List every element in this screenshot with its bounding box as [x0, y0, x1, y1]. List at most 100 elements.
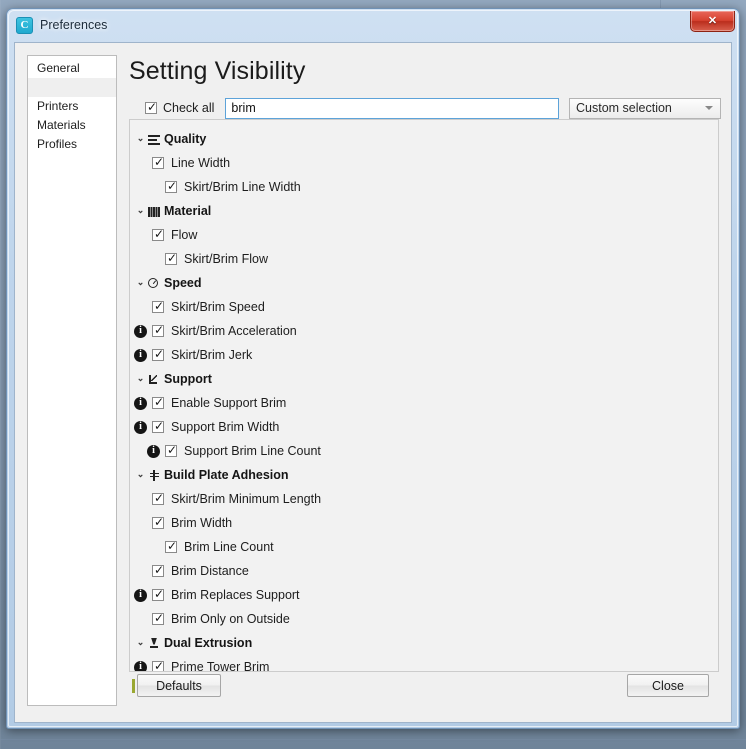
defaults-button[interactable]: Defaults [132, 674, 221, 697]
tree-category-row[interactable]: ⌄ Dual Extrusion [134, 631, 718, 655]
tree-item-label: Brim Distance [171, 564, 249, 578]
info-icon[interactable]: i [134, 324, 147, 338]
close-icon[interactable] [690, 11, 735, 32]
preset-dropdown-value: Custom selection [576, 101, 672, 116]
tree-item-label: Skirt/Brim Flow [184, 252, 269, 266]
tree-item-label: Brim Replaces Support [171, 588, 300, 602]
tree-category-row[interactable]: ⌄ Support [134, 367, 718, 391]
tree-item-row[interactable]: Brim Only on Outside [134, 607, 718, 631]
tree-item-checkbox[interactable] [152, 491, 165, 505]
search-input[interactable] [225, 97, 559, 119]
tree-item-row[interactable]: Line Width [134, 151, 718, 175]
tree-item-checkbox[interactable] [152, 611, 165, 625]
tree-category-label: Quality [164, 132, 207, 146]
page-title: Setting Visibility [129, 57, 306, 85]
tree-item-label: Skirt/Brim Acceleration [171, 324, 297, 338]
window-client-area: General Printers Materials Profiles Sett… [14, 42, 732, 723]
tree-category-row[interactable]: ⌄ Material [134, 199, 718, 223]
tree-item-label: Skirt/Brim Speed [171, 300, 265, 314]
tree-item-row[interactable]: Brim Distance [134, 559, 718, 583]
tree-item-label: Flow [171, 228, 198, 242]
tree-item-row[interactable]: i Support Brim Width [134, 415, 718, 439]
expander-icon[interactable]: ⌄ [134, 205, 147, 215]
dual-extrusion-icon [147, 637, 161, 650]
sidebar-item-general[interactable]: General [28, 59, 116, 78]
info-icon[interactable]: i [134, 660, 147, 671]
tree-item-row[interactable]: i Support Brim Line Count [134, 439, 718, 463]
tree-item-checkbox[interactable] [152, 227, 165, 241]
cura-logo-icon: C [16, 16, 33, 34]
tree-category-row[interactable]: ⌄ Build Plate Adhesion [134, 463, 718, 487]
desktop-decoration [0, 739, 746, 740]
expander-icon[interactable]: ⌄ [134, 133, 147, 143]
focus-indicator [132, 679, 135, 693]
tree-item-checkbox[interactable] [165, 539, 178, 553]
tree-item-label: Brim Width [171, 516, 233, 530]
info-icon[interactable]: i [134, 396, 147, 410]
quality-icon [147, 133, 161, 146]
tree-category-row[interactable]: ⌄ Speed [134, 271, 718, 295]
tree-item-checkbox[interactable] [152, 155, 165, 169]
expander-icon[interactable]: ⌄ [134, 277, 147, 287]
tree-item-row[interactable]: i Skirt/Brim Acceleration [134, 319, 718, 343]
sidebar-item-profiles[interactable]: Profiles [28, 135, 116, 154]
tree-item-label: Prime Tower Brim [171, 660, 270, 672]
expander-icon[interactable]: ⌄ [134, 637, 147, 647]
tree-category-row[interactable]: ⌄ Quality [134, 127, 718, 151]
tree-item-label: Brim Only on Outside [171, 612, 290, 626]
tree-item-checkbox[interactable] [152, 563, 165, 577]
expander-icon[interactable]: ⌄ [134, 469, 147, 479]
sidebar-item-printers[interactable]: Printers [28, 97, 116, 116]
tree-item-checkbox[interactable] [152, 395, 165, 409]
tree-item-row[interactable]: i Prime Tower Brim [134, 655, 718, 672]
info-icon[interactable]: i [134, 420, 147, 434]
speed-icon [147, 277, 161, 290]
tree-item-label: Skirt/Brim Minimum Length [171, 492, 322, 506]
check-all-toggle[interactable]: Check all [145, 100, 214, 115]
tree-item-row[interactable]: Flow [134, 223, 718, 247]
tree-item-checkbox[interactable] [152, 299, 165, 313]
info-icon[interactable]: i [134, 348, 147, 362]
preferences-content: Setting Visibility Check all Custom sele… [125, 53, 721, 708]
window-title: Preferences [40, 18, 108, 32]
tree-item-row[interactable]: i Skirt/Brim Jerk [134, 343, 718, 367]
tree-item-label: Skirt/Brim Jerk [171, 348, 253, 362]
dialog-footer: Defaults Close [132, 674, 709, 698]
sidebar-selection-highlight [28, 78, 116, 97]
defaults-button-label: Defaults [156, 678, 202, 693]
tree-item-row[interactable]: Brim Line Count [134, 535, 718, 559]
filter-row: Check all Custom selection [129, 97, 721, 119]
tree-item-checkbox[interactable] [165, 443, 178, 457]
sidebar-item-materials[interactable]: Materials [28, 116, 116, 135]
tree-item-label: Support Brim Width [171, 420, 280, 434]
tree-item-checkbox[interactable] [152, 323, 165, 337]
close-button[interactable]: Close [627, 674, 709, 697]
tree-item-row[interactable]: i Enable Support Brim [134, 391, 718, 415]
tree-item-checkbox[interactable] [165, 179, 178, 193]
tree-item-checkbox[interactable] [152, 587, 165, 601]
title-bar[interactable]: C Preferences [7, 9, 739, 41]
preferences-window: C Preferences General Printers Materials… [6, 8, 740, 729]
expander-icon[interactable]: ⌄ [134, 373, 147, 383]
check-all-checkbox-icon[interactable] [145, 100, 158, 115]
tree-item-checkbox[interactable] [165, 251, 178, 265]
tree-item-row[interactable]: Skirt/Brim Minimum Length [134, 487, 718, 511]
tree-item-row[interactable]: Skirt/Brim Flow [134, 247, 718, 271]
tree-category-label: Support [164, 372, 212, 386]
tree-item-row[interactable]: i Brim Replaces Support [134, 583, 718, 607]
tree-item-row[interactable]: Skirt/Brim Speed [134, 295, 718, 319]
tree-item-checkbox[interactable] [152, 419, 165, 433]
info-icon[interactable]: i [134, 588, 147, 602]
tree-item-row[interactable]: Skirt/Brim Line Width [134, 175, 718, 199]
tree-item-checkbox[interactable] [152, 515, 165, 529]
chevron-down-icon [705, 106, 713, 111]
preset-dropdown[interactable]: Custom selection [569, 97, 721, 119]
tree-item-row[interactable]: Brim Width [134, 511, 718, 535]
tree-item-label: Skirt/Brim Line Width [184, 180, 301, 194]
tree-category-label: Material [164, 204, 212, 218]
info-icon[interactable]: i [147, 444, 160, 458]
settings-visibility-tree[interactable]: ⌄ Quality Line Width Skirt/Brim Line Width ⌄… [129, 119, 719, 672]
tree-item-checkbox[interactable] [152, 659, 165, 671]
tree-item-checkbox[interactable] [152, 347, 165, 361]
material-icon [147, 205, 161, 218]
